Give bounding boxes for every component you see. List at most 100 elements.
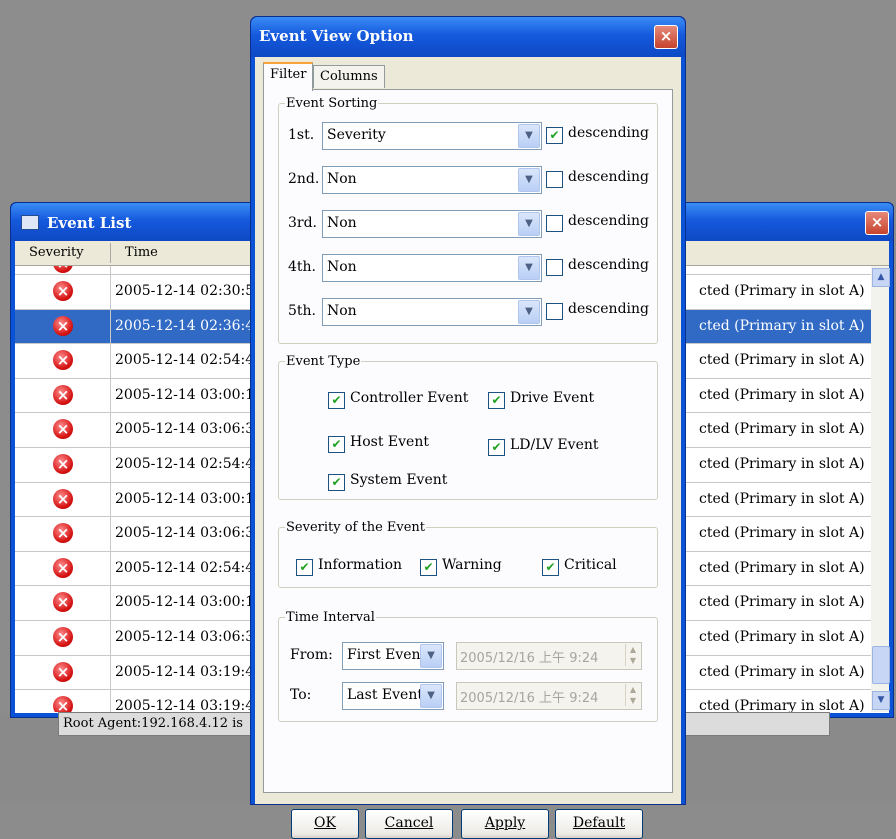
descending-checkbox[interactable] xyxy=(546,259,563,276)
default-button[interactable]: Default xyxy=(555,809,643,839)
descending-label: descending xyxy=(568,169,649,185)
to-select[interactable]: Last Event ▼ xyxy=(342,682,444,710)
dialog-close-button[interactable]: × xyxy=(654,25,678,49)
column-header-severity[interactable]: Severity xyxy=(29,245,84,260)
chevron-down-icon[interactable]: ▼ xyxy=(518,256,540,280)
dialog-titlebar[interactable]: Event View Option xyxy=(251,17,685,57)
description-cell: cted (Primary in slot A) xyxy=(699,663,865,680)
critical-error-icon: × xyxy=(53,661,73,682)
time-cell: 2005-12-14 03:06:33 xyxy=(115,421,264,438)
from-select-value: First Event xyxy=(347,647,427,663)
severity-cell: × xyxy=(15,551,111,586)
sort-rank-label: 1st. xyxy=(288,127,315,143)
time-cell: 2005-12-14 03:19:46 xyxy=(115,698,264,712)
descending-checkbox[interactable]: ✔ xyxy=(546,127,563,144)
column-divider[interactable] xyxy=(110,243,111,263)
descending-checkbox[interactable] xyxy=(546,215,563,232)
description-cell: cted (Primary in slot A) xyxy=(699,455,865,472)
vertical-scrollbar[interactable]: ▲ ▼ xyxy=(871,266,890,712)
sort-rank-label: 4th. xyxy=(288,259,316,275)
descending-label: descending xyxy=(568,301,649,317)
severity-cell: × xyxy=(15,482,111,517)
chevron-down-icon[interactable]: ▼ xyxy=(420,684,442,708)
event-list-title: Event List xyxy=(47,214,132,232)
severity-legend: Severity of the Event xyxy=(286,520,426,535)
sort-field-value: Non xyxy=(327,303,357,319)
agent-status-text: Root Agent:192.168.4.12 is xyxy=(63,716,243,731)
descending-label: descending xyxy=(568,213,649,229)
sort-field-select[interactable]: Non ▼ xyxy=(322,210,542,238)
controller-event-label: Controller Event xyxy=(350,390,469,406)
critical-error-icon: × xyxy=(53,696,73,712)
from-label: From: xyxy=(290,647,333,663)
description-cell: cted (Primary in slot A) xyxy=(699,490,865,507)
description-cell: cted (Primary in slot A) xyxy=(699,594,865,611)
ok-button[interactable]: OK xyxy=(291,809,359,839)
time-cell: 2005-12-14 02:54:47 xyxy=(115,352,264,369)
chevron-down-icon[interactable]: ▼ xyxy=(420,644,442,668)
system-event-checkbox[interactable]: ✔ xyxy=(328,474,345,491)
from-datetime-picker[interactable]: 2005/12/16 上午 9:24 ▲ ▼ xyxy=(456,642,642,670)
from-datetime-value: 2005/12/16 上午 9:24 xyxy=(460,651,599,666)
tab-columns[interactable]: Columns xyxy=(313,65,385,88)
severity-group: Severity of the Event xyxy=(278,520,658,588)
scroll-thumb[interactable] xyxy=(872,646,890,684)
ldlv-event-label: LD/LV Event xyxy=(510,437,599,453)
scroll-up-arrow-icon[interactable]: ▲ xyxy=(872,268,890,287)
information-checkbox[interactable]: ✔ xyxy=(296,559,313,576)
from-select[interactable]: First Event ▼ xyxy=(342,642,444,670)
chevron-down-icon[interactable]: ▼ xyxy=(518,124,540,148)
time-cell: 2005-12-14 03:00:17 xyxy=(115,490,264,507)
event-list-close-button[interactable]: × xyxy=(865,211,889,235)
system-event-label: System Event xyxy=(350,472,448,488)
ok-button-label: OK xyxy=(314,815,336,831)
dialog-title: Event View Option xyxy=(259,27,414,45)
host-event-checkbox[interactable]: ✔ xyxy=(328,436,345,453)
sort-field-value: Non xyxy=(327,215,357,231)
apply-button[interactable]: Apply xyxy=(461,809,549,839)
column-header-time[interactable]: Time xyxy=(125,245,158,260)
time-cell: 2005-12-14 03:00:17 xyxy=(115,386,264,403)
chevron-down-icon[interactable]: ▼ xyxy=(518,168,540,192)
spin-arrows-icon[interactable]: ▲ ▼ xyxy=(625,684,640,706)
sort-rank-label: 2nd. xyxy=(288,171,320,187)
warning-checkbox[interactable]: ✔ xyxy=(420,559,437,576)
severity-cell: × xyxy=(15,378,111,413)
scroll-down-arrow-icon[interactable]: ▼ xyxy=(872,691,890,710)
sort-field-select[interactable]: Severity ▼ xyxy=(322,122,542,150)
chevron-down-icon[interactable]: ▼ xyxy=(518,300,540,324)
sort-field-value: Non xyxy=(327,171,357,187)
description-cell: cted (Primary in slot A) xyxy=(699,283,865,299)
sort-field-select[interactable]: Non ▼ xyxy=(322,298,542,326)
critical-checkbox[interactable]: ✔ xyxy=(542,559,559,576)
description-cell: cted (Primary in slot A) xyxy=(699,525,865,542)
sort-field-select[interactable]: Non ▼ xyxy=(322,166,542,194)
drive-event-checkbox[interactable]: ✔ xyxy=(488,392,505,409)
critical-label: Critical xyxy=(564,557,617,573)
controller-event-checkbox[interactable]: ✔ xyxy=(328,392,345,409)
sort-field-select[interactable]: Non ▼ xyxy=(322,254,542,282)
event-sorting-legend: Event Sorting xyxy=(286,96,378,111)
descending-checkbox[interactable] xyxy=(546,303,563,320)
critical-error-icon: × xyxy=(53,523,73,544)
severity-cell: × xyxy=(15,275,111,309)
to-datetime-picker[interactable]: 2005/12/16 上午 9:24 ▲ ▼ xyxy=(456,682,642,710)
spin-arrows-icon[interactable]: ▲ ▼ xyxy=(625,644,640,666)
sort-field-value: Non xyxy=(327,259,357,275)
default-button-label: Default xyxy=(572,815,626,831)
description-cell: cted (Primary in slot A) xyxy=(699,421,865,438)
critical-error-icon: × xyxy=(53,281,73,301)
critical-error-icon: × xyxy=(53,453,73,474)
critical-error-icon: × xyxy=(53,488,73,509)
tab-filter[interactable]: Filter xyxy=(263,62,314,91)
chevron-down-icon[interactable]: ▼ xyxy=(518,212,540,236)
cancel-button[interactable]: Cancel xyxy=(365,809,453,839)
event-type-legend: Event Type xyxy=(286,354,361,369)
drive-event-label: Drive Event xyxy=(510,390,595,406)
descending-label: descending xyxy=(568,257,649,273)
description-cell: cted (Primary in slot A) xyxy=(699,352,865,369)
severity-cell: × xyxy=(15,266,111,274)
critical-error-icon: × xyxy=(53,315,73,336)
descending-checkbox[interactable] xyxy=(546,171,563,188)
ldlv-event-checkbox[interactable]: ✔ xyxy=(488,439,505,456)
